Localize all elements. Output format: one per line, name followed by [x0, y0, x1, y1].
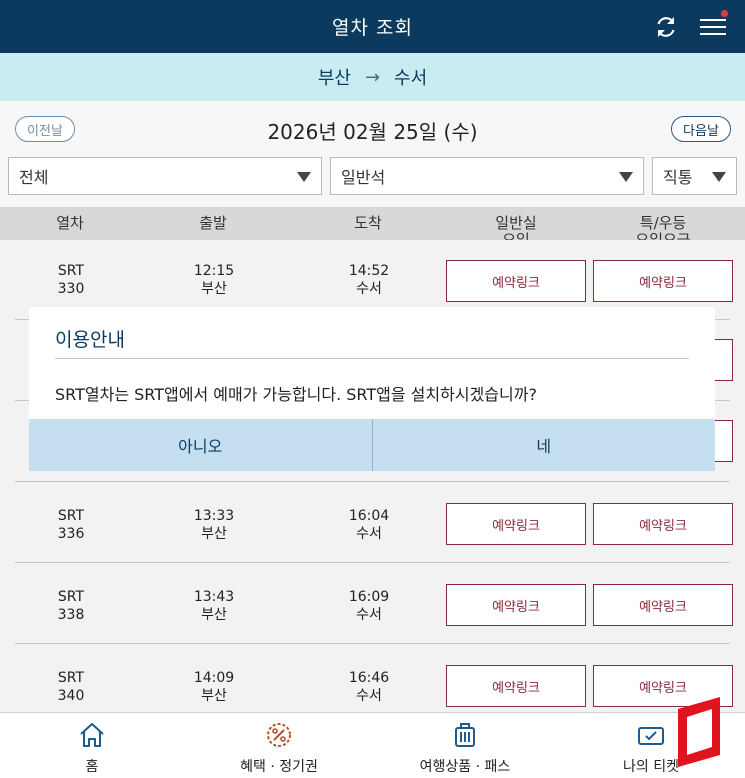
- ticket-icon: [638, 727, 664, 745]
- general-seat-reserve-button[interactable]: 예약링크: [446, 260, 586, 302]
- col-train: 열차: [56, 214, 84, 232]
- col-departure: 출발: [199, 214, 227, 232]
- train-number: 340: [57, 688, 85, 704]
- general-seat-reserve-button[interactable]: 예약링크: [446, 503, 586, 545]
- train-number: 336: [57, 526, 85, 542]
- departure-cell: 13:43 부산: [178, 588, 250, 624]
- train-name-cell: SRT 340: [35, 669, 107, 705]
- refresh-icon[interactable]: [652, 13, 680, 41]
- special-seat-reserve-button[interactable]: 예약링크: [593, 584, 733, 626]
- departure-time: 13:33: [193, 508, 235, 524]
- dropdown-caret-icon: [619, 172, 633, 182]
- luggage-icon: [455, 723, 475, 747]
- train-type-value: 전체: [19, 168, 49, 187]
- info-dialog: 이용안내 SRT열차는 SRT앱에서 예매가 가능합니다. SRT앱을 설치하시…: [29, 307, 715, 471]
- table-row: SRT 336 13:33 부산 16:04 수서 예약링크 예약링크: [15, 483, 733, 563]
- home-icon: [80, 723, 104, 747]
- col-special-seat: 특/우등 요일요금: [635, 214, 691, 241]
- arrow-right-icon: →: [364, 66, 381, 88]
- next-day-button[interactable]: 다음날: [671, 116, 731, 142]
- departure-time: 14:09: [193, 670, 235, 686]
- departure-station: 부산: [201, 607, 227, 623]
- arrival-cell: 16:04 수서: [333, 507, 405, 543]
- col-arrival: 도착: [354, 214, 382, 232]
- arrival-cell: 16:46 수서: [333, 669, 405, 705]
- departure-cell: 12:15 부산: [178, 262, 250, 298]
- dialog-no-button[interactable]: 아니오: [29, 419, 372, 471]
- train-name-cell: SRT 330: [35, 262, 107, 298]
- train-name: SRT: [57, 508, 85, 524]
- departure-station: 부산: [201, 281, 227, 297]
- train-name: SRT: [57, 670, 85, 686]
- train-name: SRT: [57, 589, 85, 605]
- departure-cell: 13:33 부산: [178, 507, 250, 543]
- arrival-station: 수서: [356, 281, 382, 297]
- departure-station: 부산: [201, 688, 227, 704]
- direct-select[interactable]: 직통: [652, 157, 737, 195]
- arrival-time: 16:09: [348, 589, 390, 605]
- departure-station: 부산: [201, 526, 227, 542]
- selected-date: 2026년 02월 25일 (수): [267, 120, 478, 144]
- departure-station: 부산: [317, 68, 351, 89]
- train-name: SRT: [57, 263, 85, 279]
- departure-time: 13:43: [193, 589, 235, 605]
- page-title: 열차 조회: [332, 17, 413, 39]
- departure-time: 12:15: [193, 263, 235, 279]
- train-number: 338: [57, 607, 85, 623]
- tab-home-label: 홈: [85, 759, 99, 775]
- arrival-time: 14:52: [348, 263, 390, 279]
- app-header: 열차 조회: [0, 0, 745, 53]
- bottom-tab-bar: 홈 혜택 · 정기권 여행상품 · 패스 나의 티켓: [0, 712, 745, 778]
- train-type-select[interactable]: 전체: [8, 157, 322, 195]
- train-number: 330: [57, 281, 85, 297]
- arrival-cell: 14:52 수서: [333, 262, 405, 298]
- general-seat-reserve-button[interactable]: 예약링크: [446, 584, 586, 626]
- arrival-time: 16:46: [348, 670, 390, 686]
- dropdown-caret-icon: [297, 172, 311, 182]
- special-seat-reserve-button[interactable]: 예약링크: [593, 503, 733, 545]
- discount-badge-icon: [267, 723, 291, 747]
- direct-value: 직통: [663, 168, 693, 187]
- arrival-station: 수서: [356, 607, 382, 623]
- notification-dot: [721, 10, 728, 17]
- dialog-yes-button[interactable]: 네: [373, 419, 716, 471]
- tab-travel-products-label: 여행상품 · 패스: [419, 759, 511, 775]
- arrival-station: 수서: [394, 68, 428, 89]
- col-general-seat: 일반실 요일: [495, 214, 537, 241]
- train-list-header: 열차 출발 도착 일반실 요일 특/우등 요일요금: [0, 207, 745, 240]
- special-seat-reserve-button[interactable]: 예약링크: [593, 260, 733, 302]
- dialog-message: SRT열차는 SRT앱에서 예매가 가능합니다. SRT앱을 설치하시겠습니까?: [55, 385, 537, 404]
- corner-badge-icon: [678, 697, 720, 767]
- general-seat-reserve-button[interactable]: 예약링크: [446, 665, 586, 707]
- arrival-time: 16:04: [348, 508, 390, 524]
- arrival-cell: 16:09 수서: [333, 588, 405, 624]
- date-filter-panel: 이전날 2026년 02월 25일 (수) 다음날 전체 일반석 직통: [0, 101, 745, 207]
- arrival-station: 수서: [356, 688, 382, 704]
- departure-cell: 14:09 부산: [178, 669, 250, 705]
- tab-benefits-label: 혜택 · 정기권: [240, 759, 318, 775]
- dialog-title: 이용안내: [55, 329, 125, 351]
- tab-home[interactable]: 홈: [42, 713, 142, 778]
- train-name-cell: SRT 338: [35, 588, 107, 624]
- tab-travel-products[interactable]: 여행상품 · 패스: [400, 713, 530, 778]
- train-name-cell: SRT 336: [35, 507, 107, 543]
- dropdown-caret-icon: [712, 172, 726, 182]
- seat-class-select[interactable]: 일반석: [330, 157, 644, 195]
- seat-class-value: 일반석: [341, 168, 386, 187]
- route-bar: 부산 → 수서: [0, 53, 745, 101]
- dialog-button-bar: 아니오 네: [29, 419, 715, 471]
- arrival-station: 수서: [356, 526, 382, 542]
- table-row: SRT 338 13:43 부산 16:09 수서 예약링크 예약링크: [15, 564, 733, 644]
- table-row: SRT 340 14:09 부산 16:46 수서 예약링크 예약링크: [15, 645, 733, 712]
- tab-benefits[interactable]: 혜택 · 정기권: [214, 713, 344, 778]
- hamburger-menu-icon[interactable]: [700, 10, 728, 40]
- dialog-divider: [55, 358, 689, 359]
